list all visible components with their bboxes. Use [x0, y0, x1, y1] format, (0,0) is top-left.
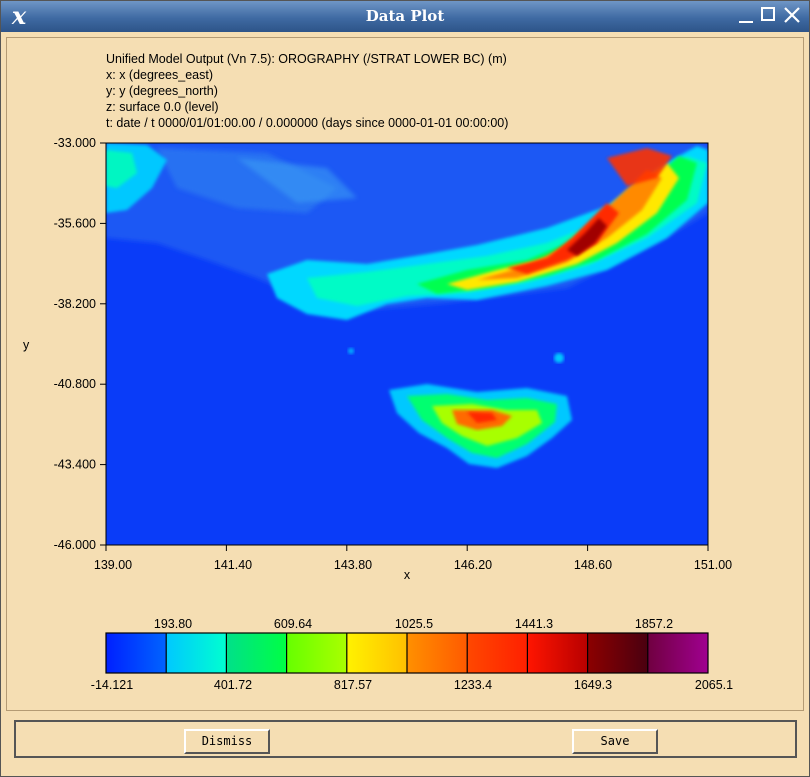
colorbar-label-bottom: 1649.3: [574, 678, 612, 692]
colorbar-label-top: 1441.3: [515, 617, 553, 631]
x-tick-label: 139.00: [94, 558, 132, 572]
data-plot-window: x Data Plot Unified Model Output (Vn 7.5…: [0, 0, 810, 777]
y-axis-info: y: y (degrees_north): [106, 84, 218, 98]
save-button[interactable]: Save: [572, 729, 658, 754]
colorbar: 193.80 609.64 1025.5 1441.3 1857.2 -14.1…: [91, 617, 733, 692]
close-icon[interactable]: [783, 6, 801, 24]
title-bar[interactable]: x Data Plot: [1, 1, 809, 32]
colorbar-band: [106, 633, 167, 673]
colorbar-label-top: 1025.5: [395, 617, 433, 631]
colorbar-band: [527, 633, 588, 673]
y-tick-label: -46.000: [54, 538, 96, 552]
colorbar-label-top: 1857.2: [635, 617, 673, 631]
y-ticks: -33.000 -35.600 -38.200 -40.800 -43.400 …: [54, 136, 106, 552]
colorbar-band: [467, 633, 528, 673]
colorbar-band: [647, 633, 708, 673]
colorbar-band: [407, 633, 468, 673]
button-bar: Dismiss Save: [14, 720, 797, 758]
y-tick-label: -43.400: [54, 458, 96, 472]
colorbar-label-top: 609.64: [274, 617, 312, 631]
orography-plot: Unified Model Output (Vn 7.5): OROGRAPHY…: [23, 52, 733, 692]
colorbar-band: [346, 633, 407, 673]
plot-title: Unified Model Output (Vn 7.5): OROGRAPHY…: [106, 52, 507, 66]
y-tick-label: -33.000: [54, 136, 96, 150]
x-tick-label: 143.80: [334, 558, 372, 572]
colorbar-label-bottom: 401.72: [214, 678, 252, 692]
colorbar-band: [286, 633, 347, 673]
x-tick-label: 151.00: [694, 558, 732, 572]
plot-panel: Unified Model Output (Vn 7.5): OROGRAPHY…: [6, 37, 804, 711]
y-axis-label: y: [23, 338, 30, 352]
colorbar-label-top: 193.80: [154, 617, 192, 631]
colorbar-label-bottom: 817.57: [334, 678, 372, 692]
window-title: Data Plot: [365, 7, 445, 25]
minimize-icon[interactable]: [737, 6, 755, 24]
maximize-icon[interactable]: [760, 6, 778, 24]
colorbar-band: [587, 633, 648, 673]
x-axis-label: x: [404, 568, 411, 582]
y-tick-label: -35.600: [54, 216, 96, 230]
time-info: t: date / t 0000/01/01:00.00 / 0.000000 …: [106, 116, 508, 130]
x-tick-label: 141.40: [214, 558, 252, 572]
z-axis-info: z: surface 0.0 (level): [106, 100, 219, 114]
x-tick-label: 148.60: [574, 558, 612, 572]
colorbar-label-bottom: -14.121: [91, 678, 133, 692]
colorbar-band: [226, 633, 287, 673]
x-ticks: 139.00 141.40 143.80 146.20 148.60 151.0…: [94, 545, 732, 572]
x-tick-label: 146.20: [454, 558, 492, 572]
colorbar-label-bottom: 1233.4: [454, 678, 492, 692]
colorbar-band: [166, 633, 227, 673]
y-tick-label: -38.200: [54, 297, 96, 311]
colorbar-label-bottom: 2065.1: [695, 678, 733, 692]
y-tick-label: -40.800: [54, 377, 96, 391]
dismiss-button[interactable]: Dismiss: [184, 729, 270, 754]
x-axis-info: x: x (degrees_east): [106, 68, 213, 82]
orography-field: [106, 143, 708, 545]
